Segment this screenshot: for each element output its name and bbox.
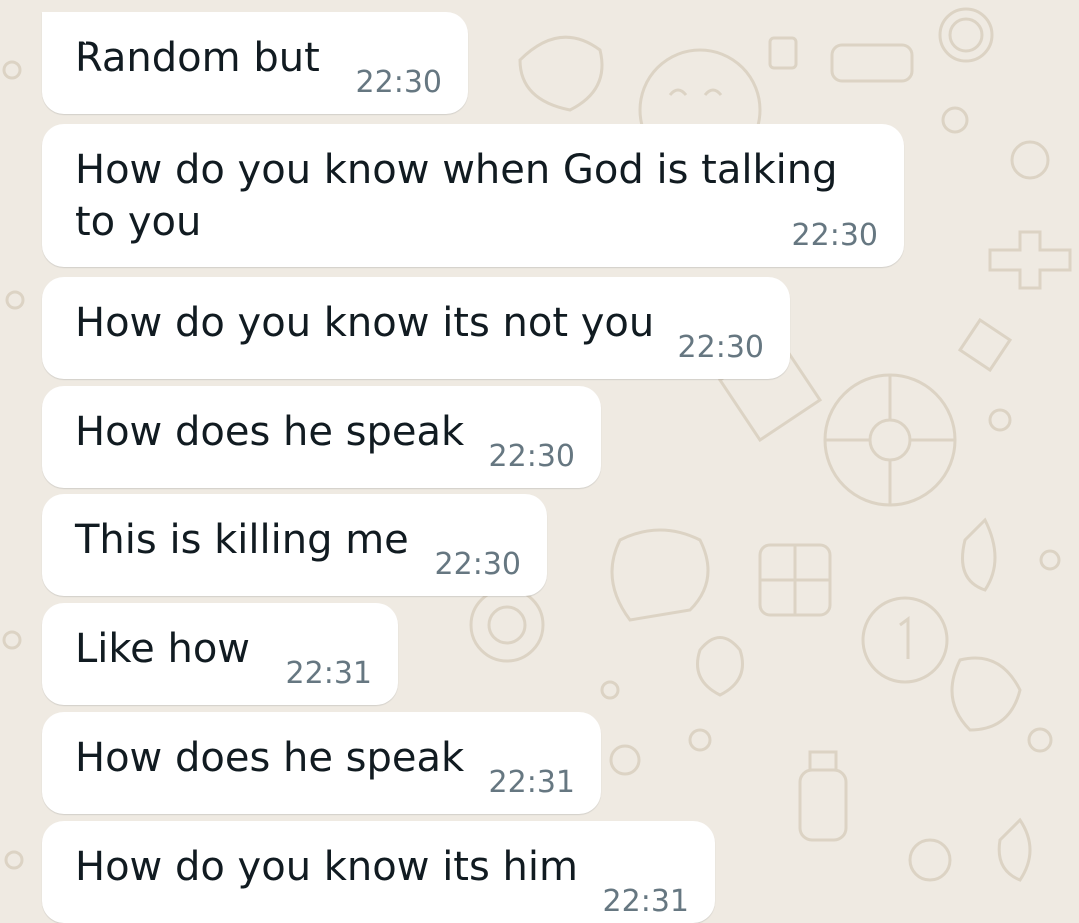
message-bubble[interactable]: This is killing me 22:30 [42,494,547,596]
message-timestamp: 22:30 [488,439,575,474]
bubble-tail [64,24,86,44]
message-timestamp: 22:30 [355,65,442,100]
message-text: How do you know its him [75,844,578,890]
message-text: How do you know its not you [75,300,655,346]
message-text: How do you know when God is talking to y… [75,147,838,245]
message-bubble[interactable]: How do you know when God is talking to y… [42,124,904,267]
message-bubble[interactable]: How do you know its not you 22:30 [42,277,790,379]
message-timestamp: 22:30 [434,547,521,582]
message-bubble[interactable]: How do you know its him 22:31 [42,821,715,923]
message-bubble[interactable]: Random but 22:30 [42,12,468,114]
message-bubble[interactable]: How does he speak 22:30 [42,386,601,488]
message-timestamp: 22:30 [677,330,764,365]
message-bubble[interactable]: How does he speak 22:31 [42,712,601,814]
message-timestamp: 22:30 [791,218,878,253]
message-timestamp: 22:31 [602,884,689,919]
message-timestamp: 22:31 [285,656,372,691]
message-bubble[interactable]: Like how 22:31 [42,603,398,705]
message-timestamp: 22:31 [488,765,575,800]
